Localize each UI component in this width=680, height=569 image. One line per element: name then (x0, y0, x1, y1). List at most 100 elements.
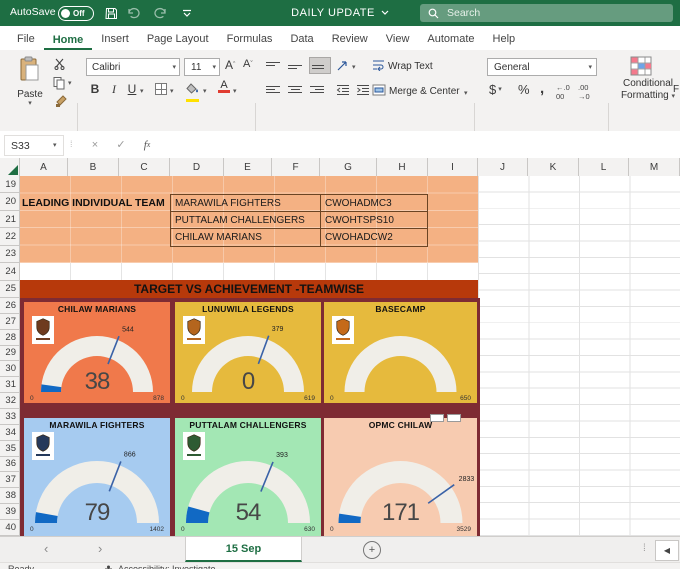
align-bottom-icon[interactable] (309, 57, 331, 74)
resize-handle[interactable] (430, 414, 444, 422)
search-input[interactable] (445, 6, 649, 20)
row-header-34[interactable]: 34 (0, 425, 19, 441)
document-title[interactable]: DAILY UPDATE (291, 7, 375, 19)
bold-icon[interactable]: B (88, 82, 102, 96)
conditional-formatting-label[interactable]: Conditional Formatting ▾ (616, 78, 680, 102)
accessibility-icon[interactable] (104, 565, 113, 569)
name-box-dropdown-icon[interactable]: ▾ (53, 142, 57, 149)
row-header-40[interactable]: 40 (0, 520, 19, 536)
banner-target-vs-achievement[interactable]: TARGET VS ACHIEVEMENT -TEAMWISE (20, 280, 478, 298)
row-header-27[interactable]: 27 (0, 314, 19, 330)
fill-color-icon[interactable] (186, 81, 200, 102)
select-all-corner[interactable] (0, 158, 20, 176)
row-header-39[interactable]: 39 (0, 504, 19, 520)
accounting-format-icon[interactable]: $ ▾ (489, 82, 502, 97)
copy-icon[interactable]: ▾ (52, 76, 72, 90)
cell-team-name[interactable]: MARAWILA FIGHTERS (171, 195, 321, 211)
fill-color-dropdown-icon[interactable]: ▾ (203, 88, 207, 95)
tab-home[interactable]: Home (43, 29, 93, 50)
wrap-text-icon[interactable] (372, 59, 385, 71)
previous-sheet-icon[interactable]: ‹ (44, 541, 48, 556)
cut-icon[interactable] (54, 58, 66, 70)
tab-help[interactable]: Help (484, 28, 525, 50)
column-header-F[interactable]: F (272, 158, 320, 176)
title-dropdown-icon[interactable] (381, 10, 389, 16)
font-color-icon[interactable]: A (218, 80, 230, 93)
cell-team-name[interactable]: PUTTALAM CHALLENGERS (171, 212, 321, 228)
align-left-icon[interactable] (266, 84, 280, 95)
sheet-tab-15-sep[interactable]: 15 Sep (185, 537, 302, 562)
underline-icon[interactable]: U (126, 82, 138, 96)
increase-indent-icon[interactable] (356, 84, 370, 96)
enter-icon[interactable]: ✓ (112, 135, 130, 154)
column-header-J[interactable]: J (478, 158, 528, 176)
borders-dropdown-icon[interactable]: ▾ (170, 88, 174, 95)
decrease-indent-icon[interactable] (336, 84, 350, 96)
align-right-icon[interactable] (310, 84, 324, 95)
tab-page-layout[interactable]: Page Layout (138, 28, 218, 50)
column-header-L[interactable]: L (579, 158, 629, 176)
undo-icon[interactable] (124, 4, 142, 22)
row-header-28[interactable]: 28 (0, 330, 19, 346)
number-format-select[interactable]: General ▾ (487, 58, 597, 76)
cell-team-code[interactable]: CWOHADCW2 (321, 229, 427, 246)
decrease-font-size-icon[interactable]: Aˇ (243, 58, 253, 70)
underline-dropdown-icon[interactable]: ▾ (140, 88, 144, 95)
cell-team-code[interactable]: CWOHADMC3 (321, 195, 427, 211)
name-box-input[interactable] (5, 138, 53, 153)
gauge-panel-opmc-chilaw[interactable]: OPMC CHILAW 2833 0 3529 171 (324, 418, 477, 536)
row-header-24[interactable]: 24 (0, 263, 19, 281)
gauge-panel-puttalam-challengers[interactable]: PUTTALAM CHALLENGERS 393 0 630 54 (175, 418, 321, 536)
redo-icon[interactable] (152, 4, 170, 22)
autosave-toggle[interactable]: Off (58, 6, 94, 21)
orientation-icon[interactable] (336, 59, 350, 77)
column-header-H[interactable]: H (377, 158, 428, 176)
font-name-select[interactable]: Calibri ▾ (86, 58, 180, 76)
column-header-C[interactable]: C (119, 158, 170, 176)
resize-handle[interactable] (447, 414, 461, 422)
tab-formulas[interactable]: Formulas (218, 28, 282, 50)
align-middle-icon[interactable] (288, 60, 302, 71)
save-icon[interactable] (102, 4, 120, 22)
insert-function-icon[interactable]: fx (138, 135, 156, 154)
align-top-icon[interactable] (266, 60, 280, 71)
row-header-31[interactable]: 31 (0, 377, 19, 394)
gauge-panel-marawila-fighters[interactable]: MARAWILA FIGHTERS 866 0 1402 79 (24, 418, 170, 536)
tab-automate[interactable]: Automate (418, 28, 483, 50)
row-header-21[interactable]: 21 (0, 211, 19, 229)
gauge-panel-basecamp[interactable]: BASECAMP 0 650 (324, 302, 477, 403)
name-box[interactable]: ▾ (4, 135, 64, 156)
column-header-E[interactable]: E (224, 158, 272, 176)
merge-center-icon[interactable] (372, 84, 386, 96)
column-header-M[interactable]: M (629, 158, 680, 176)
increase-decimal-icon[interactable]: ←.0 00 (556, 83, 570, 101)
cell-team-name[interactable]: CHILAW MARIANS (171, 229, 321, 246)
formula-bar-splitter[interactable]: ⁞ (70, 139, 73, 149)
align-center-icon[interactable] (288, 84, 302, 95)
column-header-K[interactable]: K (528, 158, 579, 176)
increase-font-size-icon[interactable]: Aˆ (225, 58, 235, 72)
customize-quick-access-icon[interactable] (178, 4, 196, 22)
merge-center-label[interactable]: Merge & Center (389, 86, 460, 97)
row-header-26[interactable]: 26 (0, 298, 19, 314)
empty-row-24[interactable] (20, 263, 478, 281)
column-header-I[interactable]: I (428, 158, 478, 176)
tab-scroll-splitter[interactable]: ⁞ (643, 543, 647, 554)
orientation-dropdown-icon[interactable]: ▾ (352, 64, 356, 71)
column-header-B[interactable]: B (68, 158, 119, 176)
new-sheet-icon[interactable]: + (363, 541, 381, 559)
decrease-decimal-icon[interactable]: .00 →0 (578, 83, 590, 101)
empty-cells-grid[interactable] (478, 176, 680, 536)
cell-team-code[interactable]: CWOHTSPS10 (321, 212, 427, 228)
row-header-37[interactable]: 37 (0, 472, 19, 489)
gauge-panel-chilaw-marians[interactable]: CHILAW MARIANS 544 0 878 38 (24, 302, 170, 403)
horizontal-scroll-left-icon[interactable]: ◀ (655, 540, 679, 561)
row-header-29[interactable]: 29 (0, 346, 19, 362)
tab-insert[interactable]: Insert (92, 28, 138, 50)
format-painter-icon[interactable] (55, 94, 68, 107)
row-header-19[interactable]: 19 (0, 176, 19, 194)
gauge-panel-lunuwila-legends[interactable]: LUNUWILA LEGENDS 379 0 619 0 (175, 302, 321, 403)
paste-button[interactable]: Paste ▾ (10, 56, 50, 107)
percent-style-icon[interactable]: % (518, 82, 530, 97)
column-header-G[interactable]: G (320, 158, 377, 176)
